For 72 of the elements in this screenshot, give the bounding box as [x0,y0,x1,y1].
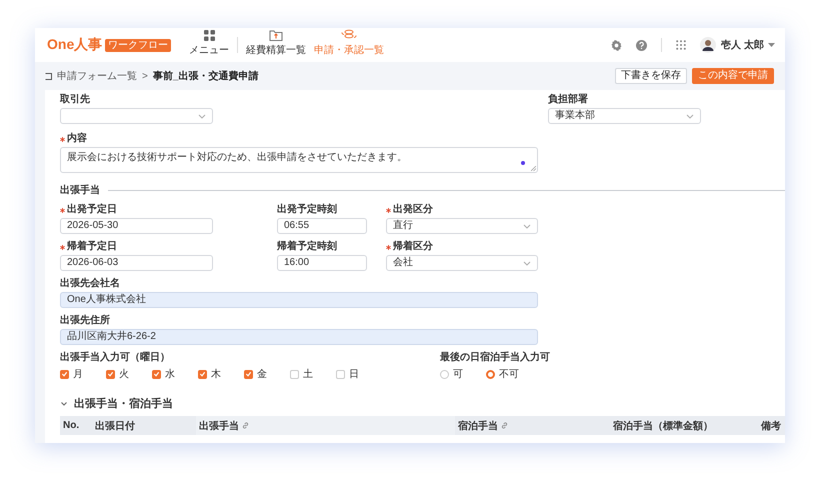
caret-icon[interactable] [768,43,775,47]
weekday-checkbox[interactable]: 火 [106,367,152,381]
breadcrumb-separator: > [142,70,148,82]
field-label: 帰着区分 [386,241,538,253]
settings-icon[interactable] [611,40,622,50]
checkmark-icon [199,370,206,378]
column-header: 宿泊手当 [455,416,610,435]
checkmark-icon [107,370,114,378]
input-field[interactable]: 2026-05-30 [60,218,213,234]
chevron-icon [198,114,206,118]
field-label: 最後の日宿泊手当入力可 [440,352,551,364]
resize-handle-icon[interactable] [531,166,536,171]
field-label: 出張手当入力可（曜日） [60,352,171,364]
input-field[interactable]: 06:55 [277,218,367,234]
column-header: 出張手当 [196,416,455,435]
breadcrumb-link[interactable]: 申請フォーム一覧 [57,69,137,83]
avatar[interactable] [700,37,716,53]
field-label: 出発予定日 [60,204,277,216]
breadcrumb-current: 事前_出張・交通費申請 [152,69,258,83]
textarea-field[interactable]: 展示会における技術サポート対応のため、出張申請をさせていただきます。 [60,147,538,173]
field-label: 帰着予定日 [60,241,277,253]
weekday-checkbox[interactable]: 水 [152,367,198,381]
select-field[interactable]: 事業本部 [548,108,701,124]
bracket-icon [45,72,52,80]
nav-item[interactable]: メニュー [189,30,230,57]
grid-icon [204,30,215,41]
input-field[interactable]: One人事株式会社 [60,292,538,308]
link-icon [501,422,508,429]
column-header: No. [62,419,80,433]
checkmark-icon [153,370,160,378]
select-field[interactable] [60,108,213,124]
stack-icon [341,29,358,41]
field-label: 内容 [60,133,538,145]
link-icon [242,422,249,429]
user-name[interactable]: 壱人 太郎 [721,38,764,52]
field-label: 帰着予定時刻 [277,241,338,253]
radio-option[interactable]: 可 [440,367,486,381]
radio-option[interactable]: 不可 [486,367,532,381]
chevron-icon [686,114,694,118]
weekday-checkbox[interactable]: 土 [290,367,336,381]
input-field[interactable]: 品川区南大井6-26-2 [60,329,538,345]
column-header: 出張日付 [94,420,136,434]
field-label: 出発予定時刻 [277,204,338,216]
weekday-checkbox[interactable]: 月 [60,367,106,381]
weekday-checkbox[interactable]: 金 [244,367,290,381]
folder-icon [269,29,284,41]
checkmark-icon [245,370,252,378]
chevron-icon [523,260,531,266]
section-title: 出張手当 [60,184,100,197]
status-dot-icon [521,161,525,165]
select-field[interactable]: 会社 [386,255,538,271]
field-label: 出発区分 [386,204,538,216]
chevron-icon [523,224,531,228]
input-field[interactable]: 2026-06-03 [60,255,213,271]
field-label: 負担部署 [548,94,589,106]
select-field[interactable]: 直行 [386,218,538,234]
product-badge: ワークフロー [105,38,172,52]
weekday-checkbox[interactable]: 日 [336,367,382,381]
column-header: 宿泊手当（標準金額） [612,419,714,434]
field-label: 出張先会社名 [60,278,121,290]
section-title: 出張手当・宿泊手当 [74,396,173,411]
nav-item[interactable]: 経費精算一覧 [246,29,306,57]
weekday-checkbox[interactable]: 木 [198,367,244,381]
checkmark-icon [61,370,68,378]
column-header: 備考 [760,420,782,434]
field-label: 取引先 [60,94,91,106]
save-draft-button[interactable]: 下書きを保存 [615,68,687,84]
field-label: 出張先住所 [60,315,111,327]
input-field[interactable]: 16:00 [277,255,367,271]
apps-icon[interactable] [676,40,686,50]
chevron-icon[interactable] [60,400,68,408]
help-icon[interactable] [636,40,648,50]
